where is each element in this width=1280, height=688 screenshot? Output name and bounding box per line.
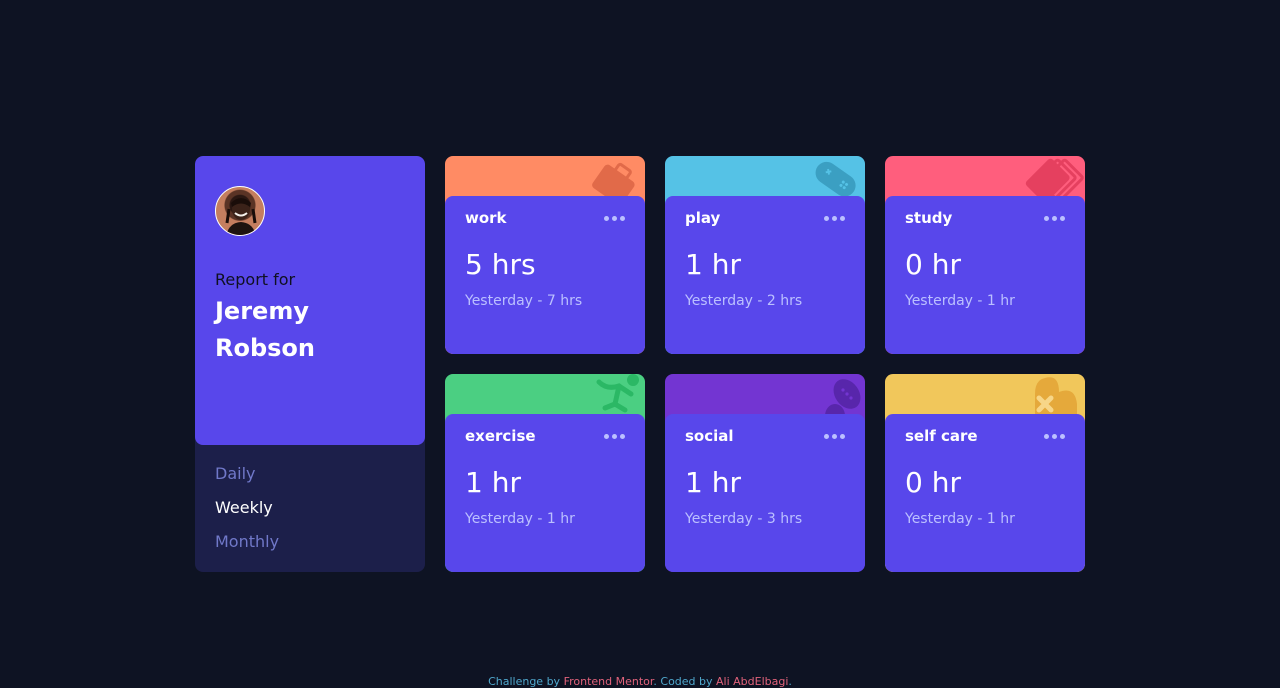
activity-title: work: [465, 209, 507, 227]
activity-card-body: study 0 hr Yesterday - 1 hr: [885, 196, 1085, 354]
attribution-prefix: Challenge by: [488, 675, 561, 688]
activity-previous-hours: Yesterday - 7 hrs: [465, 293, 583, 309]
activity-card-study: study 0 hr Yesterday - 1 hr: [885, 156, 1085, 354]
user-name: Jeremy Robson: [215, 293, 405, 367]
period-weekly[interactable]: Weekly: [215, 497, 405, 531]
activity-title: social: [685, 427, 734, 445]
avatar: [215, 186, 265, 236]
activity-card-self-care: self care 0 hr Yesterday - 1 hr: [885, 374, 1085, 572]
activity-card-play: play 1 hr Yesterday - 2 hrs: [665, 156, 865, 354]
activity-title: self care: [905, 427, 978, 445]
activity-title: play: [685, 209, 721, 227]
activity-previous-hours: Yesterday - 1 hr: [905, 511, 1015, 527]
attribution-middle: . Coded by: [653, 675, 713, 688]
activity-current-hours: 0 hr: [905, 248, 961, 281]
avatar-portrait-icon: [225, 198, 257, 235]
activity-card-body: exercise 1 hr Yesterday - 1 hr: [445, 414, 645, 572]
activity-current-hours: 1 hr: [465, 466, 521, 499]
activity-card-body: play 1 hr Yesterday - 2 hrs: [665, 196, 865, 354]
activity-previous-hours: Yesterday - 1 hr: [905, 293, 1015, 309]
ellipsis-menu-icon[interactable]: [604, 212, 625, 225]
report-for-label: Report for: [215, 270, 296, 289]
time-tracking-dashboard: Report for Jeremy Robson Daily Weekly Mo…: [195, 156, 1085, 572]
ellipsis-menu-icon[interactable]: [824, 212, 845, 225]
activity-card-work: work 5 hrs Yesterday - 7 hrs: [445, 156, 645, 354]
profile-card: Report for Jeremy Robson Daily Weekly Mo…: [195, 156, 425, 572]
user-first-name: Jeremy: [215, 297, 309, 325]
activity-grid: work 5 hrs Yesterday - 7 hrs play 1 hr Y…: [445, 156, 1085, 572]
profile-header: Report for Jeremy Robson: [195, 156, 425, 445]
ellipsis-menu-icon[interactable]: [824, 430, 845, 443]
activity-card-body: work 5 hrs Yesterday - 7 hrs: [445, 196, 645, 354]
activity-card-header: social: [685, 427, 845, 445]
period-daily[interactable]: Daily: [215, 463, 405, 497]
attribution-suffix: .: [788, 675, 792, 688]
period-monthly[interactable]: Monthly: [215, 531, 405, 565]
activity-card-header: self care: [905, 427, 1065, 445]
activity-card-header: study: [905, 209, 1065, 227]
activity-card-header: exercise: [465, 427, 625, 445]
period-selector: Daily Weekly Monthly: [195, 445, 425, 565]
activity-card-body: self care 0 hr Yesterday - 1 hr: [885, 414, 1085, 572]
activity-card-header: work: [465, 209, 625, 227]
activity-card-body: social 1 hr Yesterday - 3 hrs: [665, 414, 865, 572]
activity-current-hours: 1 hr: [685, 248, 741, 281]
ellipsis-menu-icon[interactable]: [1044, 430, 1065, 443]
activity-card-header: play: [685, 209, 845, 227]
activity-card-exercise: exercise 1 hr Yesterday - 1 hr: [445, 374, 645, 572]
ellipsis-menu-icon[interactable]: [604, 430, 625, 443]
activity-current-hours: 5 hrs: [465, 248, 536, 281]
user-last-name: Robson: [215, 334, 316, 362]
activity-previous-hours: Yesterday - 3 hrs: [685, 511, 803, 527]
attribution-footer: Challenge by Frontend Mentor. Coded by A…: [0, 675, 1280, 688]
activity-previous-hours: Yesterday - 2 hrs: [685, 293, 803, 309]
activity-current-hours: 0 hr: [905, 466, 961, 499]
activity-current-hours: 1 hr: [685, 466, 741, 499]
activity-title: study: [905, 209, 953, 227]
activity-card-social: social 1 hr Yesterday - 3 hrs: [665, 374, 865, 572]
activity-title: exercise: [465, 427, 536, 445]
activity-previous-hours: Yesterday - 1 hr: [465, 511, 575, 527]
frontend-mentor-link[interactable]: Frontend Mentor: [564, 675, 654, 688]
ellipsis-menu-icon[interactable]: [1044, 212, 1065, 225]
author-link[interactable]: Ali AbdElbagi: [716, 675, 788, 688]
